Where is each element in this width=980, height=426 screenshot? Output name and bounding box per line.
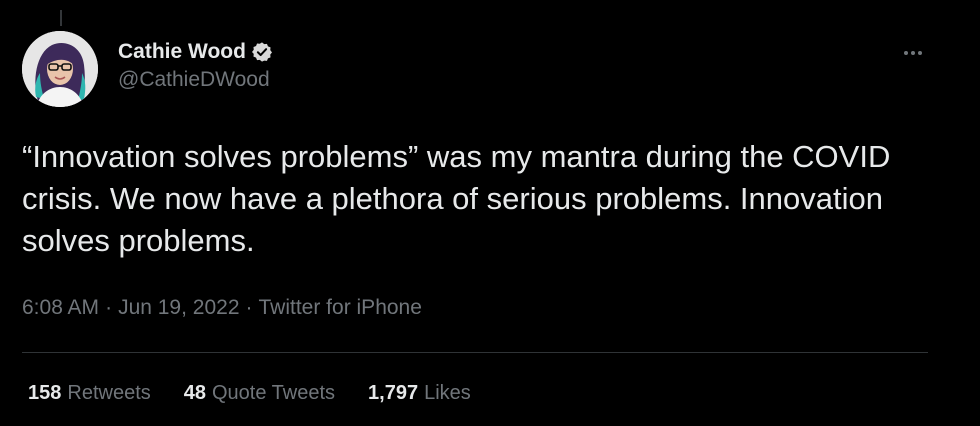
retweets-count: 158 — [28, 382, 62, 404]
tweet-text: “Innovation solves problems” was my mant… — [22, 139, 891, 258]
retweets-label: Retweets — [67, 382, 151, 404]
retweets-stat[interactable]: 158 Retweets — [28, 382, 151, 405]
meta-separator: · — [245, 296, 253, 319]
profile-avatar-icon — [22, 31, 98, 107]
tweet-meta: 6:08 AM · Jun 19, 2022 · Twitter for iPh… — [22, 296, 422, 320]
more-dot — [918, 51, 922, 55]
likes-stat[interactable]: 1,797 Likes — [368, 382, 471, 405]
thread-connector-line — [60, 10, 62, 26]
tweet-stats: 158 Retweets 48 Quote Tweets 1,797 Likes — [28, 382, 504, 405]
quote-tweets-count: 48 — [183, 382, 206, 404]
more-dot — [911, 51, 915, 55]
quote-tweets-stat[interactable]: 48 Quote Tweets — [184, 382, 335, 405]
verified-badge-icon — [251, 42, 272, 62]
more-dot — [904, 51, 908, 55]
tweet-source[interactable]: Twitter for iPhone — [259, 296, 422, 320]
meta-separator: · — [105, 296, 113, 319]
author-handle[interactable]: @CathieDWood — [118, 68, 273, 92]
divider — [22, 352, 928, 353]
author-name-row: Cathie Wood — [118, 38, 273, 66]
avatar[interactable] — [22, 31, 98, 107]
tweet-author: Cathie Wood @CathieDWood — [118, 38, 273, 92]
likes-count: 1,797 — [368, 382, 419, 404]
author-display-name[interactable]: Cathie Wood — [118, 40, 246, 64]
quote-tweets-label: Quote Tweets — [212, 382, 336, 404]
tweet-time[interactable]: 6:08 AM — [22, 296, 99, 320]
more-options-icon[interactable] — [898, 38, 928, 68]
likes-label: Likes — [424, 382, 471, 404]
tweet-date[interactable]: Jun 19, 2022 — [118, 296, 239, 320]
